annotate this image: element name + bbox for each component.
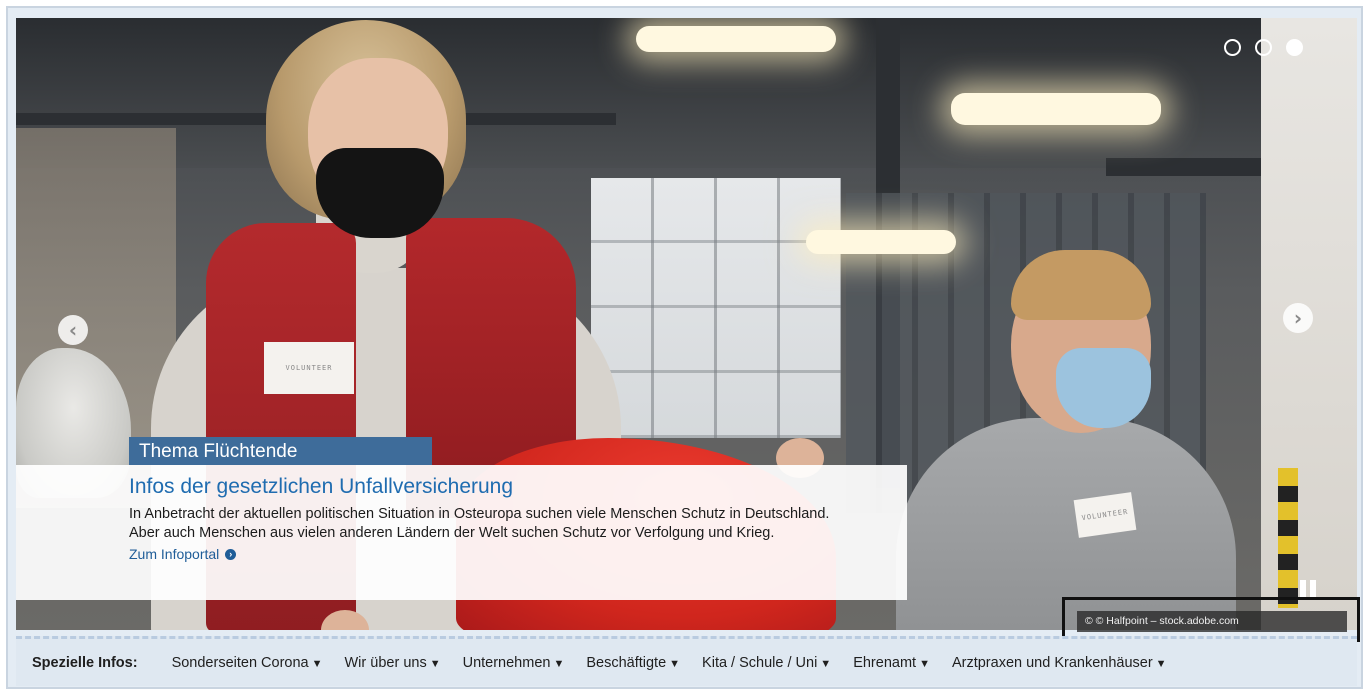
nav-item-kita-schule-uni[interactable]: Kita / Schule / Uni ▼ — [702, 655, 831, 671]
ceiling-lamp — [806, 230, 956, 254]
nav-item-label: Beschäftigte — [586, 654, 667, 671]
copyright-label: © © Halfpoint – stock.adobe.com — [1077, 611, 1347, 632]
chevron-down-icon: ▼ — [669, 657, 681, 670]
infoportal-link-label: Zum Infoportal — [129, 546, 220, 562]
slider-prev-button[interactable]: ‹ — [58, 315, 88, 345]
arrow-circle-right-icon: › — [225, 548, 237, 560]
nav-item-beschaeftigte[interactable]: Beschäftigte ▼ — [586, 655, 680, 671]
nav-item-ehrenamt[interactable]: Ehrenamt ▼ — [853, 655, 930, 671]
pause-icon — [1300, 580, 1306, 598]
volunteer-badge: VOLUNTEER — [264, 342, 354, 394]
window-frame — [591, 178, 841, 438]
chevron-down-icon: ▼ — [820, 657, 832, 670]
nav-item-label: Sonderseiten Corona — [171, 654, 309, 671]
chevron-down-icon: ▼ — [553, 657, 565, 670]
caption-title[interactable]: Infos der gesetzlichen Unfallversicherun… — [129, 473, 907, 501]
chevron-right-circle-icon: › — [1293, 306, 1303, 330]
caption-tag: Thema Flüchtende — [129, 437, 432, 465]
warning-stripes — [1278, 468, 1298, 608]
volunteer-badge: VOLUNTEER — [1073, 492, 1137, 538]
slider-dot-3[interactable] — [1286, 39, 1303, 56]
slider-dot-1[interactable] — [1224, 39, 1241, 56]
chevron-down-icon: ▼ — [1155, 657, 1167, 670]
nav-item-sonderseiten-corona[interactable]: Sonderseiten Corona ▼ — [172, 655, 323, 671]
chevron-left-circle-icon: ‹ — [68, 318, 78, 342]
nav-item-label: Arztpraxen und Krankenhäuser — [951, 654, 1153, 671]
caption-box: Infos der gesetzlichen Unfallversicherun… — [16, 465, 907, 600]
special-info-nav: Spezielle Infos: Sonderseiten Corona ▼ Wi… — [16, 636, 1357, 686]
slider-pagination — [1224, 39, 1303, 56]
man-hair — [1011, 250, 1151, 320]
chevron-down-icon: ▼ — [311, 657, 323, 670]
chevron-down-icon: ▼ — [429, 657, 441, 670]
ceiling-lamp — [951, 93, 1161, 125]
pause-icon — [1310, 580, 1316, 598]
infoportal-link[interactable]: Zum Infoportal › — [129, 544, 237, 564]
slider-next-button[interactable]: › — [1283, 303, 1313, 333]
nav-item-label: Unternehmen — [462, 654, 551, 671]
nav-item-wir-ueber-uns[interactable]: Wir über uns ▼ — [345, 655, 441, 671]
slider-dot-2[interactable] — [1255, 39, 1272, 56]
nav-item-label: Kita / Schule / Uni — [702, 654, 818, 671]
nav-item-label: Ehrenamt — [853, 654, 917, 671]
caption-text: In Anbetracht der aktuellen politischen … — [129, 506, 830, 541]
nav-item-arztpraxen-krankenhaeuser[interactable]: Arztpraxen und Krankenhäuser ▼ — [952, 655, 1167, 671]
nav-lead-label: Spezielle Infos: — [32, 654, 138, 671]
woman-face-mask — [316, 148, 444, 238]
nav-item-label: Wir über uns — [344, 654, 427, 671]
nav-item-unternehmen[interactable]: Unternehmen ▼ — [463, 655, 565, 671]
chevron-down-icon: ▼ — [919, 657, 930, 670]
ceiling-lamp — [636, 26, 836, 52]
